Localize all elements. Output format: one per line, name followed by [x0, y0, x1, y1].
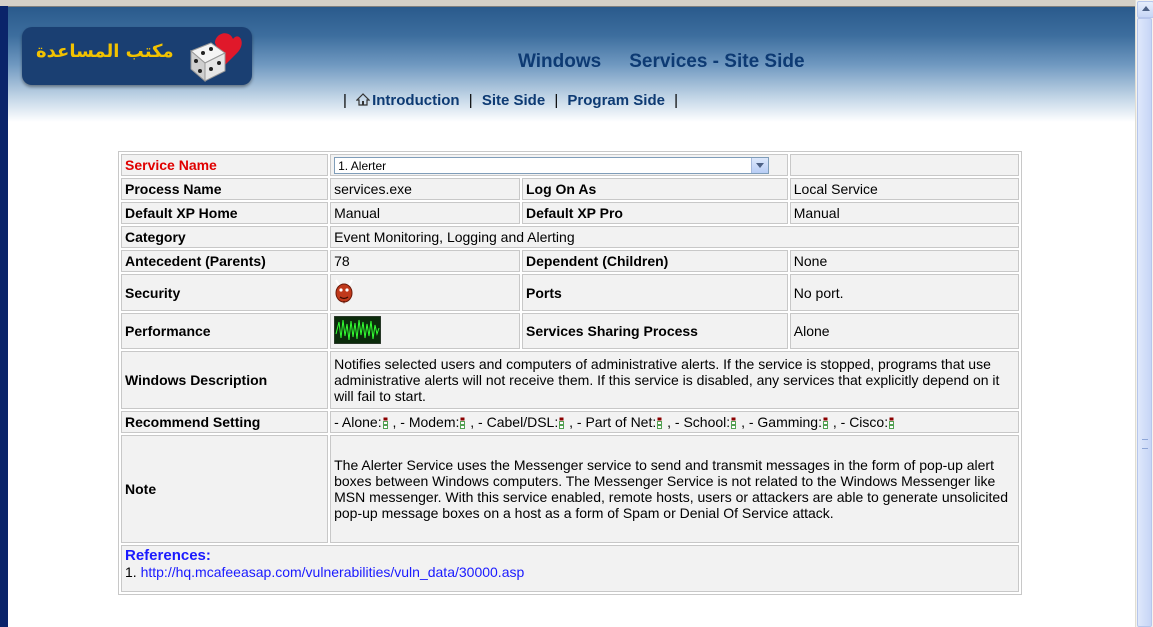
recommend-modem: , - Modem:	[392, 414, 460, 430]
reference-item: 1. http://hq.mcafeeasap.com/vulnerabilit…	[125, 564, 525, 580]
nav-introduction-link[interactable]: Introduction	[356, 92, 464, 109]
security-value	[330, 274, 520, 311]
recommend-cisco: , - Cisco:	[832, 414, 889, 430]
recommend-gamming: , - Gamming:	[741, 414, 822, 430]
table-row: Recommend Setting - Alone: , - Modem: , …	[121, 411, 1019, 433]
site-title-section: Services - Site Side	[629, 51, 805, 72]
site-logo[interactable]: مكتب المساعدة	[22, 27, 252, 85]
devil-security-icon	[335, 279, 353, 304]
performance-graph-icon	[333, 315, 382, 344]
sharing-label: Services Sharing Process	[521, 313, 788, 349]
security-label: Security	[121, 274, 329, 311]
status-led-icon	[657, 417, 663, 429]
default-xp-pro-label: Default XP Pro	[521, 202, 788, 224]
category-value: Event Monitoring, Logging and Alerting	[330, 226, 1019, 248]
table-row: Security Ports No port.	[121, 274, 1019, 311]
windows-description-value: Notifies selected users and computers of…	[330, 351, 1019, 409]
note-label: Note	[121, 435, 329, 543]
category-label: Category	[121, 226, 329, 248]
process-name-label: Process Name	[121, 178, 329, 200]
window-left-edge	[0, 6, 8, 627]
recommend-value: - Alone: , - Modem: , - Cabel/DSL: , - P…	[330, 411, 1019, 433]
status-led-icon	[460, 417, 466, 429]
note-value: The Alerter Service uses the Messenger s…	[330, 435, 1019, 543]
table-row: Note The Alerter Service uses the Messen…	[121, 435, 1019, 543]
status-led-icon	[823, 417, 828, 429]
default-xp-pro-value: Manual	[789, 202, 1019, 224]
empty-cell	[789, 154, 1019, 176]
service-select-cell: 1. Alerter	[330, 154, 788, 176]
dependent-label: Dependent (Children)	[521, 250, 788, 272]
table-row: Process Name services.exe Log On As Loca…	[121, 178, 1019, 200]
table-row: Antecedent (Parents) 78 Dependent (Child…	[121, 250, 1019, 272]
recommend-school: , - School:	[667, 414, 731, 430]
table-row: Default XP Home Manual Default XP Pro Ma…	[121, 202, 1019, 224]
service-name-label: Service Name	[121, 154, 329, 176]
table-row: References: 1. http://hq.mcafeeasap.com/…	[121, 545, 1019, 592]
nav-site-side-link[interactable]: Site Side	[482, 92, 545, 109]
ports-label: Ports	[521, 274, 788, 311]
nav-program-side-link[interactable]: Program Side	[567, 92, 665, 109]
service-select-value: 1. Alerter	[338, 158, 387, 173]
ports-value: No port.	[789, 274, 1019, 311]
page: مكتب المساعدة Windows Services - Site Sid…	[8, 7, 1135, 627]
table-row: Performance Services Sharing Process Alo…	[121, 313, 1019, 349]
references-title: References:	[125, 547, 211, 564]
logo-text: مكتب المساعدة	[36, 41, 174, 62]
home-icon	[356, 93, 371, 106]
log-on-as-value: Local Service	[789, 178, 1019, 200]
log-on-as-label: Log On As	[521, 178, 788, 200]
status-led-icon	[559, 417, 565, 429]
site-header: مكتب المساعدة Windows Services - Site Sid…	[8, 7, 1135, 122]
dependent-value: None	[789, 250, 1019, 272]
status-led-icon	[382, 417, 388, 429]
top-nav: | Introduction | Site Side | Program Sid…	[343, 92, 679, 109]
process-name-value: services.exe	[330, 178, 520, 200]
dice-heart-icon	[190, 33, 242, 83]
scrollbar-thumb[interactable]	[1137, 18, 1152, 627]
status-led-icon	[731, 417, 737, 429]
recommend-cabel: , - Cabel/DSL:	[470, 414, 559, 430]
performance-value	[330, 313, 520, 349]
vertical-scrollbar[interactable]	[1135, 0, 1153, 627]
window-top-border	[0, 0, 1135, 7]
table-row: Windows Description Notifies selected us…	[121, 351, 1019, 409]
recommend-alone: - Alone:	[334, 414, 382, 430]
references-cell: References: 1. http://hq.mcafeeasap.com/…	[121, 545, 1019, 592]
service-select[interactable]: 1. Alerter	[334, 156, 770, 174]
table-row: Service Name 1. Alerter	[121, 154, 1019, 176]
scroll-up-icon[interactable]	[1137, 1, 1153, 18]
grip-icon	[1142, 439, 1148, 449]
performance-label: Performance	[121, 313, 329, 349]
default-xp-home-label: Default XP Home	[121, 202, 329, 224]
default-xp-home-value: Manual	[330, 202, 520, 224]
service-details-table: Service Name 1. Alerter Process Name ser…	[118, 151, 1022, 595]
windows-description-label: Windows Description	[121, 351, 329, 409]
table-row: Category Event Monitoring, Logging and A…	[121, 226, 1019, 248]
chevron-down-icon[interactable]	[751, 157, 769, 173]
recommend-label: Recommend Setting	[121, 411, 329, 433]
site-title-windows: Windows	[518, 51, 602, 72]
site-title: Windows Services - Site Side	[518, 51, 805, 73]
antecedent-value: 78	[330, 250, 520, 272]
antecedent-label: Antecedent (Parents)	[121, 250, 329, 272]
reference-link[interactable]: http://hq.mcafeeasap.com/vulnerabilities…	[141, 564, 525, 580]
recommend-part-of-net: , - Part of Net:	[569, 414, 657, 430]
sharing-value: Alone	[789, 313, 1019, 349]
status-led-icon	[889, 417, 894, 429]
